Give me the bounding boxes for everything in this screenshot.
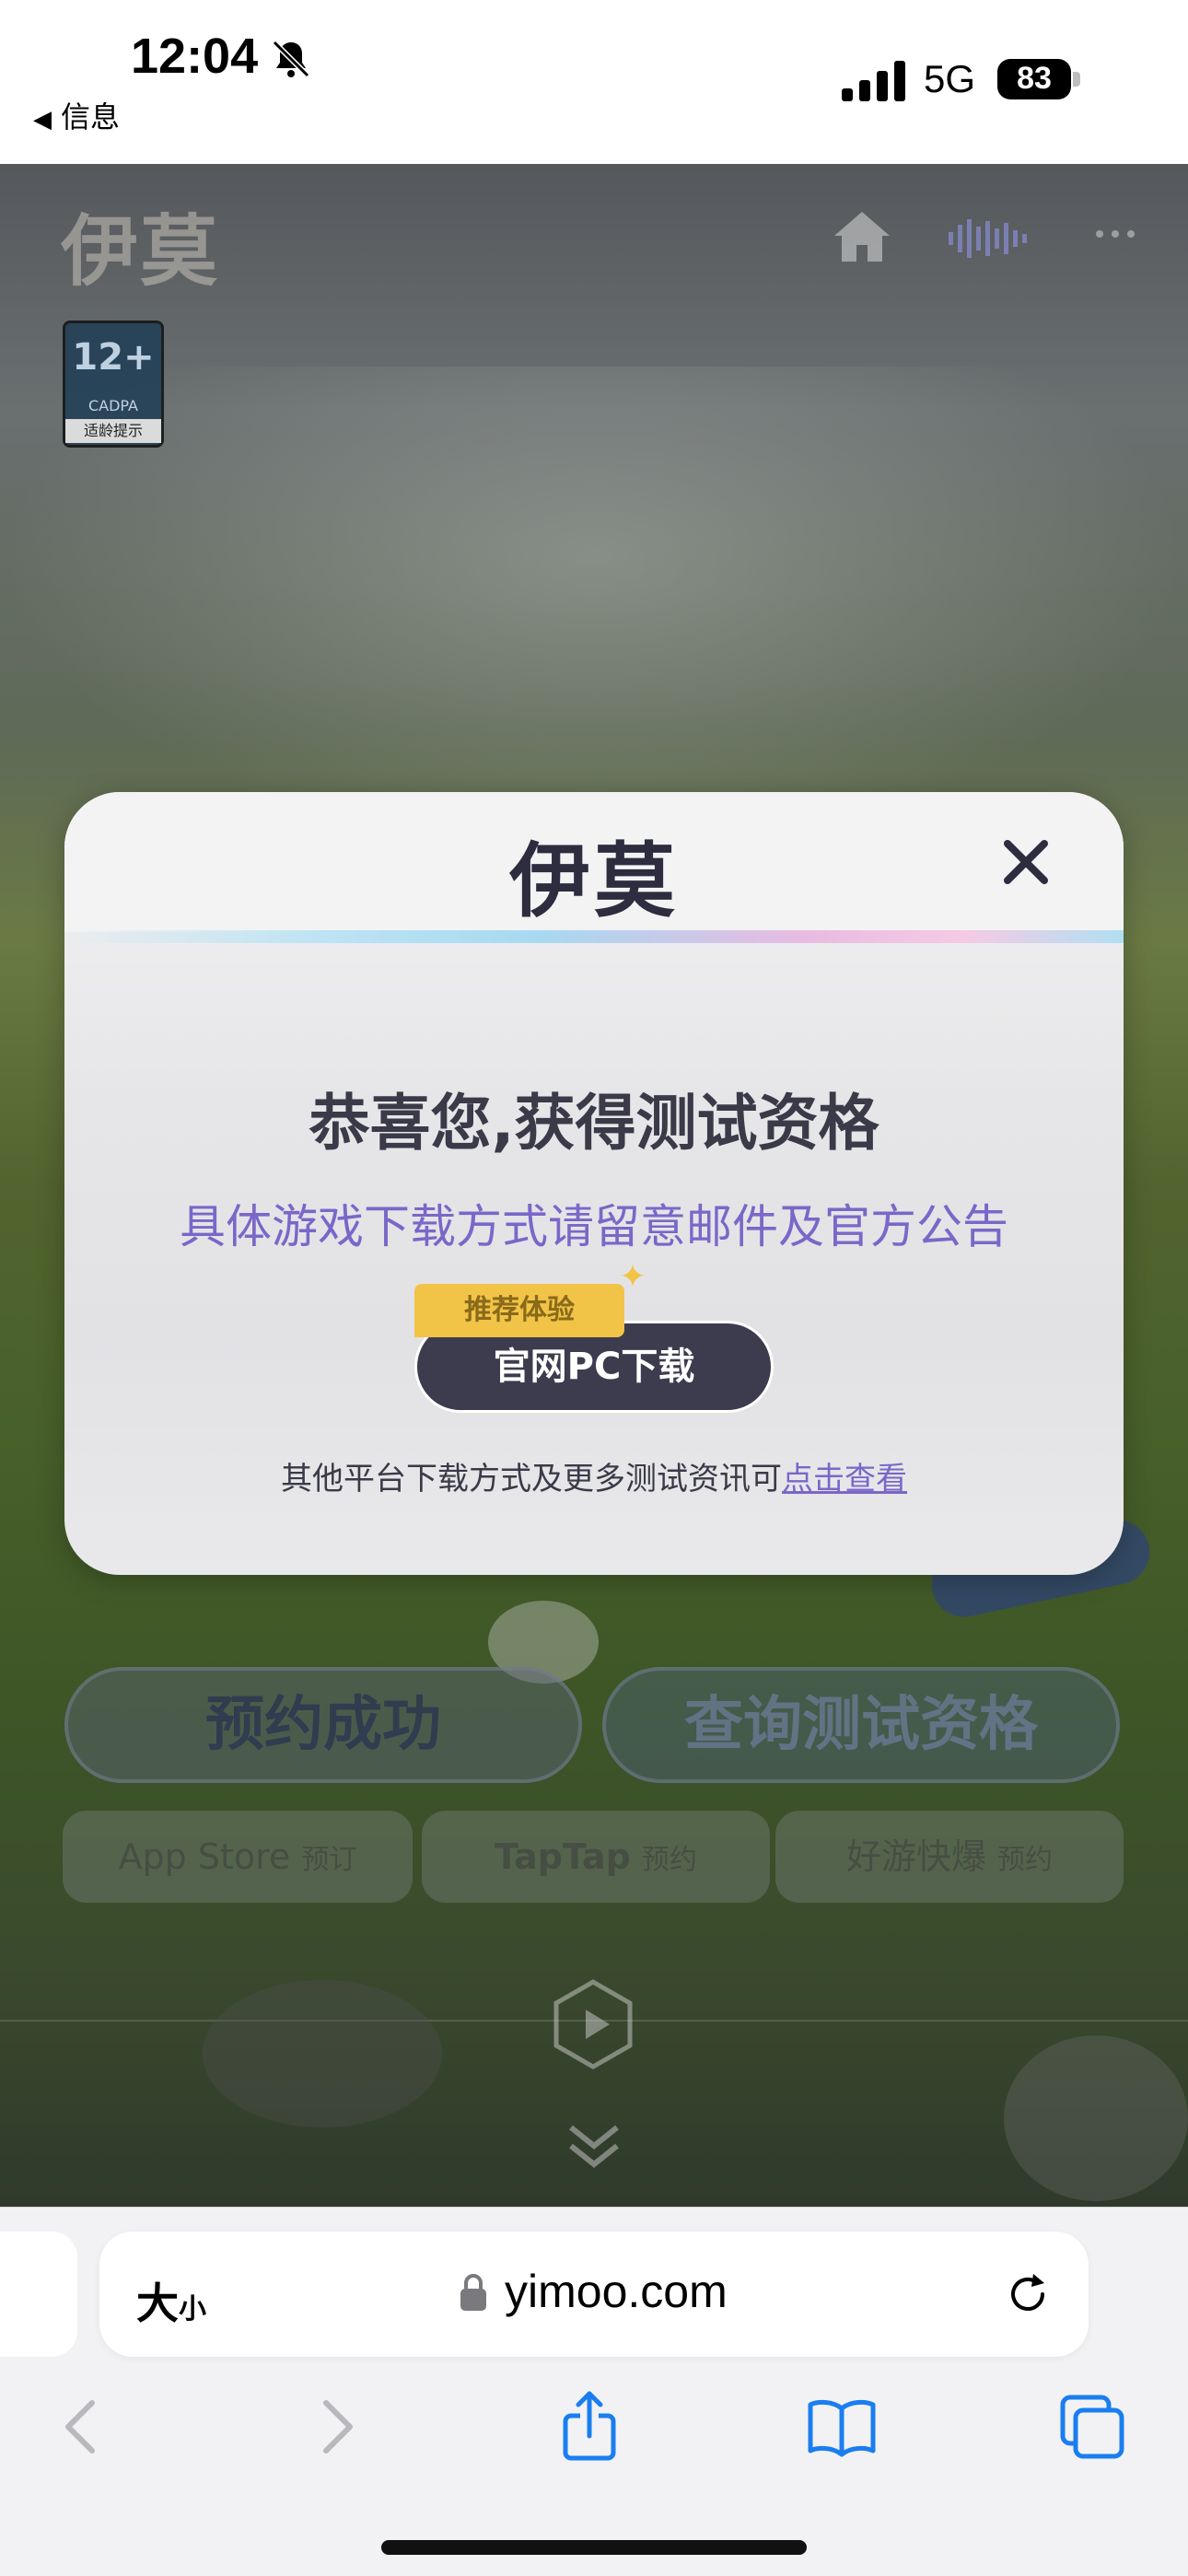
address-bar[interactable]: 大小 yimoo.com bbox=[99, 2232, 1089, 2357]
browser-toolbar: 大小 yimoo.com bbox=[0, 2207, 1188, 2576]
store-name: App Store bbox=[118, 1836, 291, 1877]
battery-level: 83 bbox=[1017, 61, 1052, 96]
tabs-icon[interactable] bbox=[1055, 2390, 1129, 2464]
rainbow-divider bbox=[64, 930, 1124, 943]
age-rating-tip: 适龄提示 bbox=[65, 419, 161, 443]
reload-icon[interactable] bbox=[1002, 2268, 1054, 2320]
recommend-badge: 推荐体验 bbox=[414, 1284, 624, 1337]
modal-title: 恭喜您,获得测试资格 bbox=[309, 1088, 879, 1159]
home-indicator[interactable] bbox=[381, 2540, 807, 2555]
clock: 12:04 bbox=[131, 29, 259, 84]
store-action: 预订 bbox=[301, 1844, 357, 1876]
battery-icon: 83 bbox=[997, 59, 1080, 99]
store-name: TapTap bbox=[495, 1836, 631, 1877]
back-app-label: 信息 bbox=[61, 99, 121, 134]
text-size-large: 大 bbox=[136, 2279, 179, 2328]
back-to-app[interactable]: ◀ 信息 bbox=[33, 94, 120, 136]
back-triangle-icon: ◀ bbox=[33, 106, 52, 134]
app-store-button[interactable]: App Store 预订 bbox=[63, 1811, 413, 1903]
reserve-success-button[interactable]: 预约成功 bbox=[64, 1667, 582, 1783]
previous-tab-preview[interactable] bbox=[0, 2232, 77, 2357]
age-rating-org: CADPA bbox=[87, 397, 138, 414]
back-icon[interactable] bbox=[44, 2390, 118, 2464]
share-icon[interactable] bbox=[553, 2390, 626, 2464]
age-rating-badge: 12+ CADPA 适龄提示 bbox=[63, 321, 164, 448]
more-info-text: 其他平台下载方式及更多测试资讯可 bbox=[281, 1461, 782, 1498]
play-icon[interactable] bbox=[553, 1978, 634, 2070]
music-wave-icon[interactable] bbox=[949, 216, 1041, 262]
bell-slash-icon bbox=[272, 40, 310, 78]
qualification-modal: 伊莫 恭喜您,获得测试资格 具体游戏下载方式请留意邮件及官方公告 推荐体验 ✦ … bbox=[64, 792, 1124, 1575]
haoyou-button[interactable]: 好游快爆 预约 bbox=[775, 1811, 1124, 1903]
age-rating: 12+ bbox=[72, 336, 155, 379]
modal-header: 伊莫 bbox=[64, 792, 1124, 932]
background-mist bbox=[0, 367, 1188, 845]
url-text: yimoo.com bbox=[505, 2266, 728, 2317]
store-name: 好游快爆 bbox=[845, 1836, 986, 1877]
bookmarks-icon[interactable] bbox=[805, 2390, 879, 2464]
browser-nav-row bbox=[0, 2390, 1188, 2482]
rock bbox=[1004, 2035, 1188, 2201]
view-more-link[interactable]: 点击查看 bbox=[782, 1461, 907, 1498]
home-icon[interactable] bbox=[833, 210, 891, 263]
store-action: 预约 bbox=[641, 1844, 697, 1876]
query-qualification-button[interactable]: 查询测试资格 bbox=[602, 1667, 1120, 1783]
text-size-small: 小 bbox=[179, 2293, 206, 2325]
cellular-signal-icon bbox=[842, 61, 905, 101]
more-info-line: 其他平台下载方式及更多测试资讯可点击查看 bbox=[64, 1453, 1124, 1498]
forward-icon[interactable] bbox=[300, 2390, 374, 2464]
close-icon[interactable] bbox=[995, 831, 1057, 893]
rock bbox=[203, 1980, 442, 2127]
more-icon[interactable] bbox=[1092, 214, 1138, 254]
modal-logo: 伊莫 bbox=[508, 833, 679, 928]
lock-icon bbox=[460, 2274, 486, 2311]
network-type: 5G bbox=[924, 57, 976, 100]
taptap-button[interactable]: TapTap 预约 bbox=[422, 1811, 770, 1903]
site-logo[interactable]: 伊莫 bbox=[61, 190, 219, 301]
modal-subtitle: 具体游戏下载方式请留意邮件及官方公告 bbox=[180, 1200, 1008, 1253]
text-size-button[interactable]: 大小 bbox=[136, 2270, 206, 2331]
store-action: 预约 bbox=[997, 1844, 1054, 1876]
chevron-double-down-icon[interactable] bbox=[564, 2118, 624, 2174]
status-bar: 12:04 ◀ 信息 5G 83 bbox=[0, 0, 1188, 164]
